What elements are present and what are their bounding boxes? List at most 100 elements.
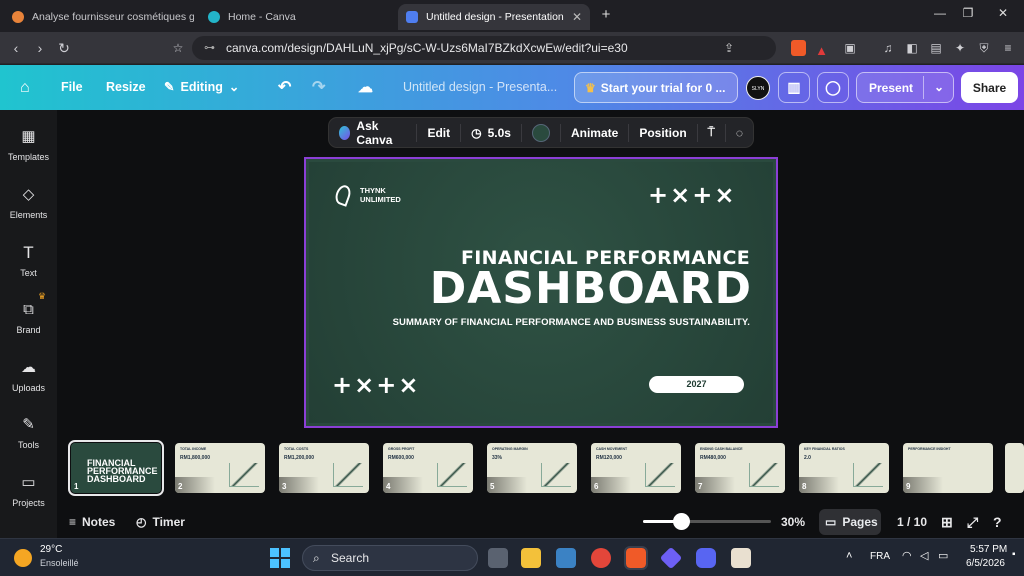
sidebar-item-text[interactable]: T Text: [0, 244, 57, 279]
weather-sun-icon[interactable]: [14, 549, 32, 567]
page-thumbnail[interactable]: FINANCIAL PERFORMANCE DASHBOARD 1: [68, 440, 164, 496]
address-bar[interactable]: ⊶ canva.com/design/DAHLuN_xjPg/sC-W-Uzs6…: [192, 36, 828, 60]
page-thumbnail[interactable]: ENDING CASH BALANCE RM480,000 7: [695, 443, 785, 493]
screenshot-icon[interactable]: ▣: [842, 40, 858, 56]
page-thumbnail[interactable]: GROSS PROFIT RM600,000 4: [383, 443, 473, 493]
thumbnail-graphic: [437, 463, 467, 487]
slide-description: SUMMARY OF FINANCIAL PERFORMANCE AND BUS…: [392, 317, 750, 328]
leo-ai-icon[interactable]: ✦: [952, 40, 968, 56]
browser-tab-supplier[interactable]: Analyse fournisseur cosmétiques gro: [4, 4, 194, 30]
sidebar-icon[interactable]: ◧: [904, 40, 920, 56]
volume-icon[interactable]: ◁: [920, 549, 928, 562]
notes-button[interactable]: ≡ Notes: [69, 506, 115, 538]
page-thumbnail[interactable]: PERFORMANCE INSIGHT 9: [903, 443, 993, 493]
present-button[interactable]: Present ⌄: [856, 72, 954, 103]
cloud-saved-icon[interactable]: ☁: [358, 65, 373, 110]
edit-button[interactable]: Edit: [417, 123, 462, 142]
close-window-icon[interactable]: ✕: [993, 6, 1013, 20]
tab-title: Untitled design - Presentation: [426, 11, 564, 23]
task-view-icon[interactable]: [488, 548, 508, 568]
sidebar-item-tools[interactable]: ✎ Tools: [0, 416, 57, 450]
sidebar-item-elements[interactable]: ◇ Elements: [0, 186, 57, 220]
brave-shield-icon[interactable]: [791, 40, 806, 56]
share-page-icon[interactable]: ⇪: [724, 36, 734, 60]
forward-icon[interactable]: ›: [32, 40, 48, 56]
timer-button[interactable]: ◴ Timer: [136, 506, 185, 538]
resize-button[interactable]: Resize: [106, 65, 146, 110]
slide-canvas[interactable]: THYNK UNLIMITED +×+× FINANCIAL PERFORMAN…: [304, 157, 778, 428]
document-title[interactable]: Untitled design - Presenta...: [403, 65, 557, 110]
position-button[interactable]: Position: [629, 123, 698, 142]
media-icon[interactable]: ♫: [880, 40, 896, 56]
tray-overflow-icon[interactable]: ˄: [846, 550, 852, 562]
sidebar-item-projects[interactable]: ▭ Projects: [0, 474, 57, 508]
zoom-level[interactable]: 30%: [781, 506, 805, 538]
close-tab-icon[interactable]: ✕: [572, 10, 582, 24]
zoom-slider-handle[interactable]: [673, 513, 690, 530]
editing-mode-button[interactable]: ✎ Editing ⌄: [164, 65, 239, 110]
windows-start-icon[interactable]: [270, 548, 290, 568]
wifi-icon[interactable]: ◠: [902, 549, 912, 562]
notification-icon[interactable]: ▪: [1012, 549, 1016, 560]
page-thumbnail[interactable]: CASH MOVEMENT RM120,000 6: [591, 443, 681, 493]
insights-chart-icon[interactable]: ▥: [778, 72, 810, 103]
color-swatch[interactable]: [522, 123, 561, 142]
start-trial-button[interactable]: ♛ Start your trial for 0 ...: [574, 72, 738, 103]
page-thumbnail[interactable]: TOTAL COSTS RM1,200,000 3: [279, 443, 369, 493]
chrome-icon[interactable]: [591, 548, 611, 568]
sidebar-item-uploads[interactable]: ☁ Uploads: [0, 359, 57, 393]
thumbnail-value: 2.0: [804, 455, 811, 461]
home-icon[interactable]: ⌂: [20, 65, 30, 110]
browser-tab-canva-home[interactable]: Home - Canva: [200, 4, 390, 30]
app-icon[interactable]: [731, 548, 751, 568]
site-info-icon[interactable]: ⊶: [204, 36, 215, 60]
clock-date[interactable]: 6/5/2026: [966, 558, 1005, 569]
format-painter-icon[interactable]: ⍑: [698, 123, 726, 142]
vpn-icon[interactable]: ⛨: [976, 40, 992, 56]
clock-time[interactable]: 5:57 PM: [970, 544, 1007, 555]
undo-icon[interactable]: ↶: [278, 65, 291, 110]
menu-icon[interactable]: ≡: [1000, 40, 1016, 56]
page-thumbnail[interactable]: OPERATING MARGIN 33% 5: [487, 443, 577, 493]
grid-view-icon[interactable]: ⊞: [941, 506, 953, 538]
animate-button[interactable]: Animate: [561, 123, 630, 142]
discord-icon[interactable]: [696, 548, 716, 568]
present-options-chevron-icon[interactable]: ⌄: [923, 76, 944, 99]
help-icon[interactable]: ?: [993, 506, 1002, 538]
maximize-icon[interactable]: ❐: [958, 6, 978, 20]
thumbnail-number: 6: [594, 482, 599, 491]
new-tab-button[interactable]: +: [596, 6, 616, 23]
comment-icon[interactable]: ◯: [817, 72, 849, 103]
file-menu[interactable]: File: [61, 65, 83, 110]
gemini-icon[interactable]: [659, 546, 683, 570]
page-thumbnail-partial[interactable]: [1005, 443, 1024, 493]
weather-temp[interactable]: 29°C: [40, 544, 62, 555]
taskbar-search[interactable]: ⌕ Search: [302, 545, 478, 571]
duration-button[interactable]: ◷ 5.0s: [461, 123, 522, 142]
reload-icon[interactable]: ↻: [56, 40, 72, 56]
thumbnail-graphic: [333, 463, 363, 487]
minimize-icon[interactable]: —: [930, 6, 950, 20]
brave-rewards-icon[interactable]: ▲: [815, 39, 828, 63]
page-thumbnail[interactable]: KEY FINANCIAL RATIOS 2.0 8: [799, 443, 889, 493]
avatar[interactable]: SLYN: [746, 76, 770, 100]
pages-button[interactable]: ▭ Pages: [819, 509, 881, 535]
bookmark-icon[interactable]: ☆: [170, 40, 186, 56]
add-comment-icon[interactable]: ◌: [726, 124, 753, 142]
ask-canva-button[interactable]: Ask Canva: [329, 119, 418, 147]
sidebar-item-templates[interactable]: ▦ Templates: [0, 128, 57, 162]
ms-store-icon[interactable]: [556, 548, 576, 568]
share-button[interactable]: Share: [961, 72, 1018, 103]
sidebar-item-brand[interactable]: ⧉ Brand ♛: [0, 291, 57, 335]
redo-icon[interactable]: ↷: [312, 65, 325, 110]
input-language[interactable]: FRA: [870, 551, 890, 562]
battery-icon[interactable]: ▭: [938, 549, 948, 562]
fullscreen-icon[interactable]: ⤢: [967, 506, 978, 538]
brave-icon[interactable]: [624, 546, 648, 570]
wallet-icon[interactable]: ▤: [928, 40, 944, 56]
file-explorer-icon[interactable]: [521, 548, 541, 568]
browser-tab-untitled-design[interactable]: Untitled design - Presentation ✕: [398, 4, 590, 30]
page-thumbnail[interactable]: TOTAL INCOME RM1,800,000 2: [175, 443, 265, 493]
back-icon[interactable]: ‹: [8, 40, 24, 56]
zoom-slider[interactable]: [643, 513, 771, 530]
